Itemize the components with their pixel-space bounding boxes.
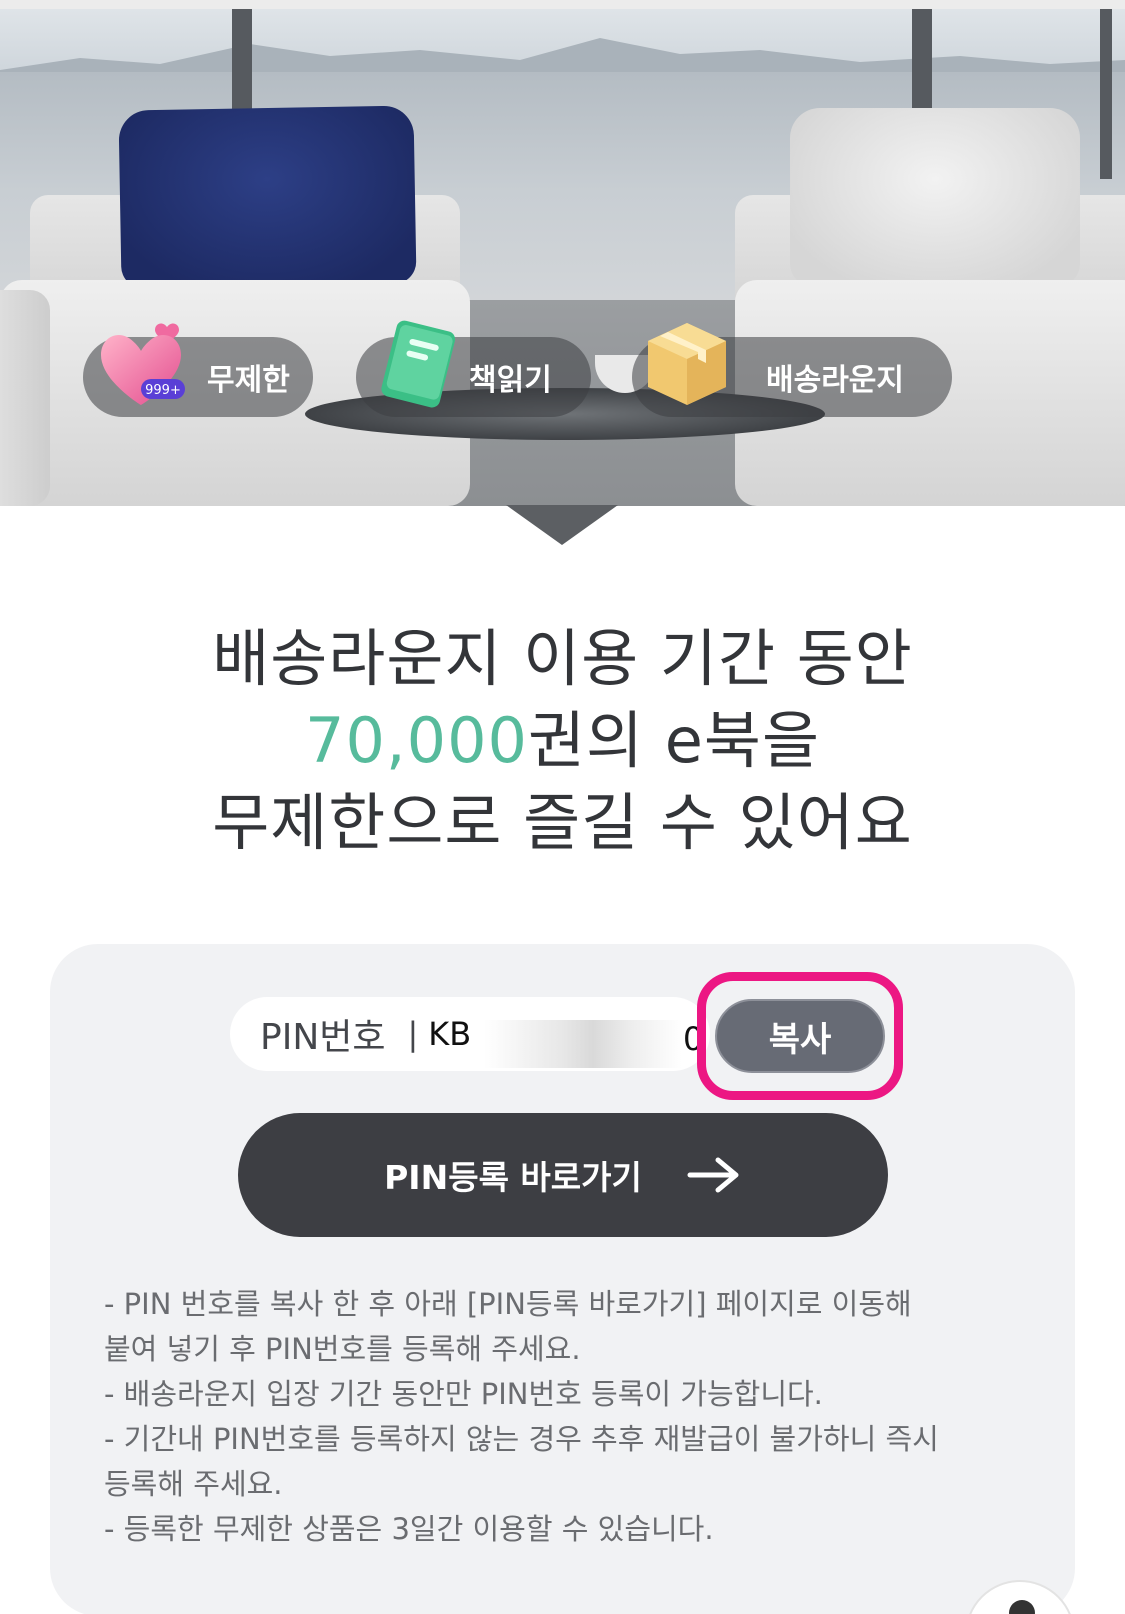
hero-pointer [506,505,618,545]
pin-register-label: PIN등록 바로가기 [384,1158,642,1197]
chip-label-reading: 책읽기 [469,363,552,398]
chip-unlimited: 999+ 무제한 [83,323,313,417]
ebook-count: 70,000 [305,704,528,777]
hero-top-border [0,0,1125,9]
note-line: - 등록한 무제한 상품은 3일간 이용할 수 있습니다. [104,1512,714,1546]
note-line: 붙여 넣기 후 PIN번호를 등록해 주세요. [104,1332,581,1366]
pin-register-button[interactable]: PIN등록 바로가기 [238,1113,888,1237]
pin-redaction [484,1020,682,1068]
note-line: 등록해 주세요. [104,1467,283,1501]
headline-line2-rest: 권의 e북을 [527,704,820,777]
floating-button-icon [1009,1600,1035,1614]
chip-label-unlimited: 무제한 [207,363,290,398]
pin-separator: | [407,1015,419,1053]
headline-line1: 배송라운지 이용 기간 동안 [212,622,913,695]
note-line: - 기간내 PIN번호를 등록하지 않는 경우 추후 재발급이 불가하니 즉시 [104,1422,939,1456]
hero-mountains [0,38,1125,80]
box-icon [648,323,726,405]
heart-badge: 999+ [145,383,181,398]
pillow-navy [118,105,417,289]
pin-label: PIN번호 [260,1017,386,1058]
headline-line2: 70,000권의 e북을 [0,700,1125,782]
notes: - PIN 번호를 복사 한 후 아래 [PIN등록 바로가기] 페이지로 이동… [104,1282,1034,1552]
note-line: - PIN 번호를 복사 한 후 아래 [PIN등록 바로가기] 페이지로 이동… [104,1287,912,1321]
chip-label-lounge: 배송라운지 [766,363,904,398]
book-icon [381,320,456,408]
arrow-right-icon [687,1157,739,1193]
heart-icon: 999+ [101,323,185,405]
headline: 배송라운지 이용 기간 동안 70,000권의 e북을 무제한으로 즐길 수 있… [0,618,1125,864]
window-frame [1100,9,1112,179]
sofa-arm-left [0,290,50,506]
headline-line3: 무제한으로 즐길 수 있어요 [212,786,913,859]
hero-banner: 999+ 무제한 책읽기 배송라운지 [0,0,1125,506]
copy-button[interactable]: 복사 [715,999,885,1073]
note-line: - 배송라운지 입장 기간 동안만 PIN번호 등록이 가능합니다. [104,1377,823,1411]
pillow-grey [790,108,1080,286]
chip-reading: 책읽기 [356,320,591,417]
pin-value: KB [428,1015,472,1053]
chip-lounge: 배송라운지 [632,323,952,417]
